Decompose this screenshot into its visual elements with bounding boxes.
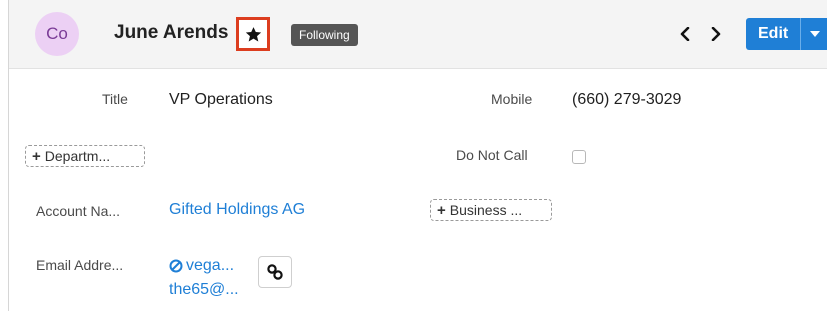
email-address-label: Email Addre... [36, 257, 124, 273]
mobile-value[interactable]: (660) 279-3029 [572, 91, 681, 109]
edit-button[interactable]: Edit [746, 18, 801, 50]
following-badge[interactable]: Following [291, 24, 358, 46]
record-name: June Arends [114, 22, 229, 43]
previous-record-button[interactable] [673, 22, 697, 46]
link-icon [267, 264, 283, 280]
favorite-button[interactable] [236, 17, 270, 51]
avatar[interactable]: Co [35, 12, 79, 56]
add-department-label: Departm... [44, 148, 111, 164]
edit-actions-dropdown[interactable] [800, 18, 827, 50]
email-address-line1: vega... [186, 257, 235, 274]
star-icon [245, 26, 261, 41]
account-name-label: Account Na... [36, 203, 121, 219]
edit-button-group: Edit [746, 18, 827, 50]
do-not-call-label: Do Not Call [456, 147, 528, 163]
email-address-link[interactable]: vega... [169, 257, 234, 275]
email-link-button[interactable] [258, 256, 292, 288]
chevron-left-icon [680, 27, 690, 41]
mobile-label: Mobile [491, 91, 533, 107]
title-value[interactable]: VP Operations [169, 91, 273, 109]
do-not-call-checkbox[interactable] [572, 150, 586, 164]
next-record-button[interactable] [704, 22, 728, 46]
email-address-line2[interactable]: the65@... [169, 281, 239, 299]
avatar-initials: Co [46, 24, 68, 43]
title-label: Title [102, 91, 128, 107]
opt-out-icon [169, 259, 183, 273]
add-business-label: Business ... [449, 202, 523, 218]
plus-icon: + [437, 201, 446, 219]
account-name-link[interactable]: Gifted Holdings AG [169, 201, 305, 219]
record-header: Co June Arends Following Edit [9, 0, 827, 69]
chevron-right-icon [711, 27, 721, 41]
plus-icon: + [32, 147, 41, 165]
add-business-button[interactable]: + Business ... [430, 199, 552, 221]
add-department-button[interactable]: + Departm... [25, 145, 145, 167]
caret-down-icon [810, 31, 821, 37]
